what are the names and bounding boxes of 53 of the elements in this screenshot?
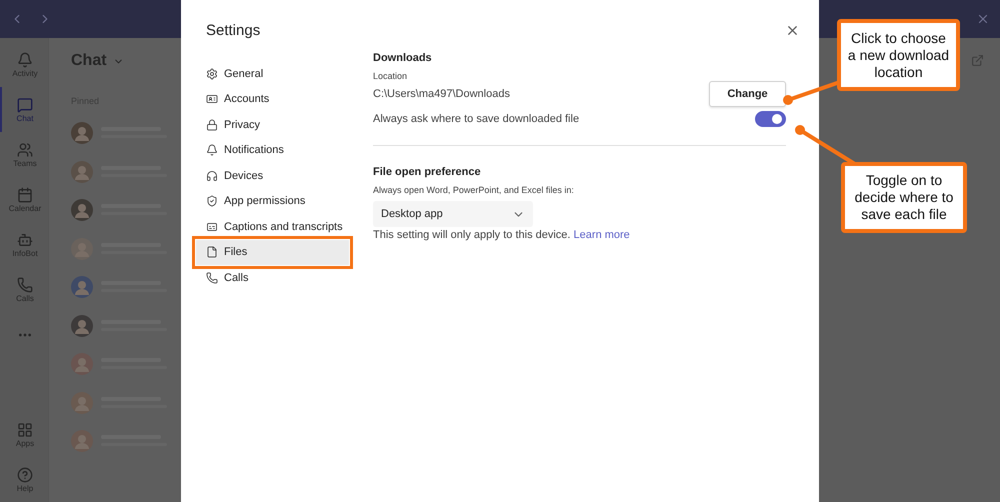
phone-icon	[17, 276, 33, 292]
field-label: Location	[373, 71, 408, 81]
lock-icon	[206, 118, 218, 131]
avatar-icon	[71, 430, 93, 452]
settings-nav-item[interactable]: Files	[196, 240, 349, 265]
chat-title: Chat	[71, 52, 107, 70]
popout-icon[interactable]	[971, 54, 984, 67]
toggle-label: Always ask where to save downloaded file	[373, 113, 580, 125]
learn-more-link[interactable]: Learn more	[574, 229, 630, 241]
people-icon	[17, 142, 33, 158]
document-icon	[206, 246, 218, 258]
captions-icon	[206, 220, 218, 233]
settings-nav-item[interactable]: Captions and transcripts	[196, 214, 349, 240]
settings-nav-item[interactable]: Privacy	[196, 112, 349, 138]
section-heading: Downloads	[373, 52, 433, 64]
avatar-icon	[71, 199, 93, 222]
settings-nav-item[interactable]: Accounts	[196, 86, 349, 112]
download-path: C:\Users\ma497\Downloads	[373, 88, 510, 100]
shield-icon	[206, 195, 218, 208]
callout: Toggle on to decide where to save each file	[841, 162, 967, 233]
settings-nav-item[interactable]: Calls	[196, 265, 349, 290]
chat-bubble-icon	[17, 96, 33, 112]
help-icon	[17, 466, 33, 482]
settings-nav-item[interactable]: App permissions	[196, 188, 349, 214]
headset-icon	[206, 170, 218, 182]
avatar-icon	[71, 276, 93, 298]
avatar-icon	[71, 353, 93, 376]
gear-icon	[206, 68, 218, 80]
robot-icon	[17, 232, 33, 248]
settings-nav-item[interactable]: Devices	[196, 163, 349, 188]
avatar-icon	[71, 238, 93, 260]
change-button[interactable]: Change	[709, 81, 786, 107]
bell-icon	[17, 52, 33, 68]
avatar-icon	[71, 392, 93, 414]
phone-icon	[206, 272, 218, 284]
close-icon[interactable]	[976, 12, 990, 26]
dialog-title: Settings	[206, 22, 260, 39]
toggle-switch[interactable]	[755, 111, 786, 127]
settings-nav-item[interactable]: Notifications	[196, 138, 349, 163]
avatar-icon	[71, 314, 93, 337]
calendar-icon	[17, 186, 33, 202]
id-card-icon	[206, 93, 218, 106]
avatar-icon	[71, 122, 93, 144]
callout: Click to choose a new download location	[837, 19, 960, 91]
field-label: Always open Word, PowerPoint, and Excel files in:	[373, 185, 575, 195]
grid-icon	[17, 422, 33, 438]
settings-nav-item[interactable]: General	[196, 61, 349, 86]
close-icon[interactable]	[785, 23, 800, 38]
device-note: This setting will only apply to this device. Learn more	[373, 229, 631, 241]
section-heading: File open preference	[373, 166, 482, 178]
bell-icon	[206, 144, 218, 156]
avatar-icon	[71, 160, 93, 183]
app-dropdown[interactable]: Desktop app	[373, 201, 533, 227]
